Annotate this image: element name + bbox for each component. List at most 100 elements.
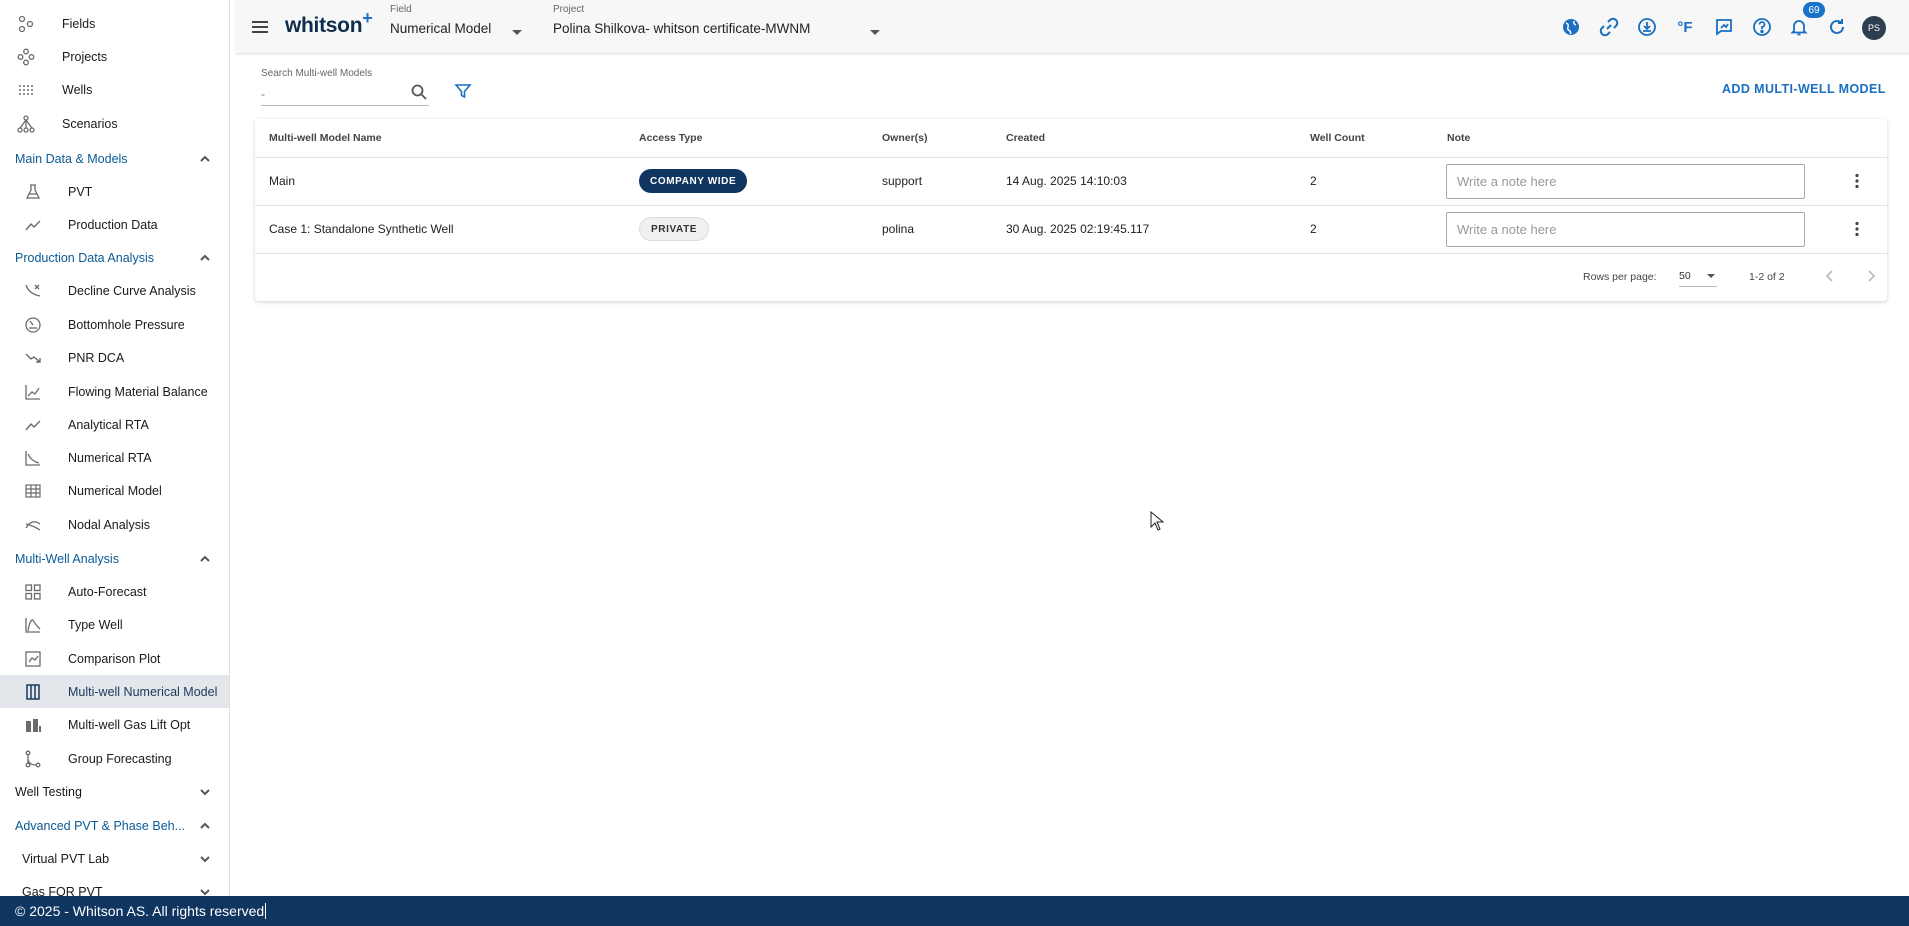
field-select[interactable]: Field Numerical Model — [390, 4, 550, 36]
sidebar: Fields Projects Wells Scenarios Main Dat… — [0, 0, 230, 896]
sidebar-item-label: PVT — [68, 184, 93, 199]
download-icon[interactable] — [1636, 16, 1658, 38]
sidebar-item-multi-well-gas-lift-opt[interactable]: Multi-well Gas Lift Opt — [0, 708, 229, 741]
chevron-left-icon[interactable] — [1823, 269, 1837, 283]
note-field[interactable] — [1446, 164, 1805, 199]
sidebar-item-label: Auto-Forecast — [68, 584, 147, 599]
sidebar-item-analytical-rta[interactable]: Analytical RTA — [0, 408, 229, 441]
grid-model-icon — [24, 482, 42, 500]
sidebar-item-flowing-material-balance[interactable]: Flowing Material Balance — [0, 375, 229, 408]
project-caption: Project — [553, 4, 585, 15]
multi-well-models-table: Multi-well Model Name Access Type Owner(… — [255, 119, 1887, 301]
bell-icon[interactable] — [1788, 16, 1810, 38]
section-advanced-pvt[interactable]: Advanced PVT & Phase Beh... — [0, 809, 229, 842]
logo-plus: + — [362, 8, 373, 28]
column-header-owners[interactable]: Owner(s) — [882, 132, 928, 144]
sidebar-item-production-data[interactable]: Production Data — [0, 208, 229, 241]
search-icon[interactable] — [410, 83, 428, 101]
section-label: Multi-Well Analysis — [15, 551, 119, 566]
sidebar-item-label: Projects — [62, 49, 108, 64]
more-vert-icon[interactable] — [1848, 220, 1866, 238]
sidebar-item-label: Comparison Plot — [68, 651, 161, 666]
sidebar-item-scenarios[interactable]: Scenarios — [0, 107, 229, 140]
sidebar-item-nodal-analysis[interactable]: Nodal Analysis — [0, 508, 229, 541]
chevron-right-icon[interactable] — [1864, 269, 1878, 283]
sidebar-item-wells[interactable]: Wells — [0, 73, 229, 106]
column-header-well-count[interactable]: Well Count — [1310, 132, 1365, 144]
more-vert-icon[interactable] — [1848, 172, 1866, 190]
feedback-icon[interactable] — [1713, 16, 1735, 38]
columns-icon — [24, 683, 42, 701]
column-header-name[interactable]: Multi-well Model Name — [269, 132, 382, 144]
sidebar-item-label: Multi-well Numerical Model — [68, 684, 218, 699]
sidebar-scrollbar[interactable] — [229, 2, 230, 872]
sidebar-item-numerical-rta[interactable]: Numerical RTA — [0, 441, 229, 474]
access-type-chip: PRIVATE — [639, 217, 710, 241]
logo-text: whitson — [285, 14, 363, 37]
add-multi-well-model-button[interactable]: ADD MULTI-WELL MODEL — [1722, 82, 1886, 96]
sidebar-item-bottomhole-pressure[interactable]: Bottomhole Pressure — [0, 308, 229, 341]
subsection-gas-for-pvt[interactable]: Gas FOR PVT — [0, 875, 229, 897]
sidebar-item-label: Bottomhole Pressure — [68, 317, 185, 332]
column-header-access-type[interactable]: Access Type — [639, 132, 702, 144]
sidebar-item-label: Nodal Analysis — [68, 517, 150, 532]
section-well-testing[interactable]: Well Testing — [0, 775, 229, 808]
decline-curve-icon — [24, 282, 42, 300]
column-header-note[interactable]: Note — [1447, 132, 1470, 144]
nodal-icon — [24, 516, 42, 534]
project-value: Polina Shilkova- whitson certificate-MWN… — [553, 21, 811, 36]
sidebar-item-label: Type Well — [68, 617, 123, 632]
field-caption: Field — [390, 4, 412, 15]
sidebar-item-multi-well-numerical-model[interactable]: Multi-well Numerical Model — [0, 675, 229, 708]
search-input[interactable] — [261, 85, 401, 103]
section-label: Advanced PVT & Phase Beh... — [15, 818, 186, 833]
model-name[interactable]: Case 1: Standalone Synthetic Well — [269, 222, 454, 236]
table-pagination: Rows per page: 50 1-2 of 2 — [255, 253, 1887, 301]
filter-icon[interactable] — [454, 82, 472, 100]
flask-icon — [24, 183, 42, 201]
subsection-label: Gas FOR PVT — [22, 884, 103, 897]
model-name[interactable]: Main — [269, 174, 295, 188]
grid-icon — [24, 583, 42, 601]
app-logo[interactable]: whitson+ — [285, 8, 373, 38]
sidebar-item-numerical-model[interactable]: Numerical Model — [0, 474, 229, 507]
decline-axes-icon — [24, 449, 42, 467]
access-type-chip: COMPANY WIDE — [639, 169, 748, 193]
sidebar-item-pvt[interactable]: PVT — [0, 175, 229, 208]
section-main-data-models[interactable]: Main Data & Models — [0, 142, 229, 175]
project-select[interactable]: Project Polina Shilkova- whitson certifi… — [553, 4, 883, 36]
avatar[interactable]: PS — [1862, 16, 1886, 40]
rows-per-page-select[interactable]: 50 — [1679, 265, 1717, 287]
created-date: 14 Aug. 2025 14:10:03 — [1006, 174, 1127, 188]
section-production-data-analysis[interactable]: Production Data Analysis — [0, 241, 229, 274]
globe-icon[interactable] — [1560, 16, 1582, 38]
sidebar-item-projects[interactable]: Projects — [0, 40, 229, 73]
note-field[interactable] — [1446, 212, 1805, 247]
sidebar-item-label: Fields — [62, 16, 96, 31]
chevron-up-icon — [200, 822, 210, 829]
search-field[interactable]: Search Multi-well Models — [261, 68, 429, 106]
section-multi-well-analysis[interactable]: Multi-Well Analysis — [0, 542, 229, 575]
temperature-unit-toggle[interactable]: °F — [1674, 16, 1696, 38]
subsection-virtual-pvt-lab[interactable]: Virtual PVT Lab — [0, 842, 229, 875]
column-header-created[interactable]: Created — [1006, 132, 1045, 144]
sidebar-item-decline-curve-analysis[interactable]: Decline Curve Analysis — [0, 274, 229, 307]
hamburger-menu-icon[interactable] — [250, 17, 270, 37]
field-value: Numerical Model — [390, 21, 492, 36]
refresh-icon[interactable] — [1826, 16, 1848, 38]
sidebar-item-label: Analytical RTA — [68, 417, 149, 432]
sidebar-item-fields[interactable]: Fields — [0, 7, 229, 40]
table-row[interactable]: Case 1: Standalone Synthetic Well PRIVAT… — [255, 205, 1887, 253]
sidebar-item-type-well[interactable]: Type Well — [0, 608, 229, 641]
link-icon[interactable] — [1598, 16, 1620, 38]
sidebar-item-label: Multi-well Gas Lift Opt — [68, 717, 191, 732]
sidebar-item-comparison-plot[interactable]: Comparison Plot — [0, 642, 229, 675]
table-row[interactable]: Main COMPANY WIDE support 14 Aug. 2025 1… — [255, 157, 1887, 205]
sidebar-item-group-forecasting[interactable]: Group Forecasting — [0, 742, 229, 775]
sidebar-item-auto-forecast[interactable]: Auto-Forecast — [0, 575, 229, 608]
help-icon[interactable] — [1751, 16, 1773, 38]
chevron-down-icon — [200, 888, 210, 895]
sidebar-item-pnr-dca[interactable]: PNR DCA — [0, 341, 229, 374]
sidebar-item-label: Numerical RTA — [68, 450, 152, 465]
wells-icon — [17, 81, 35, 99]
